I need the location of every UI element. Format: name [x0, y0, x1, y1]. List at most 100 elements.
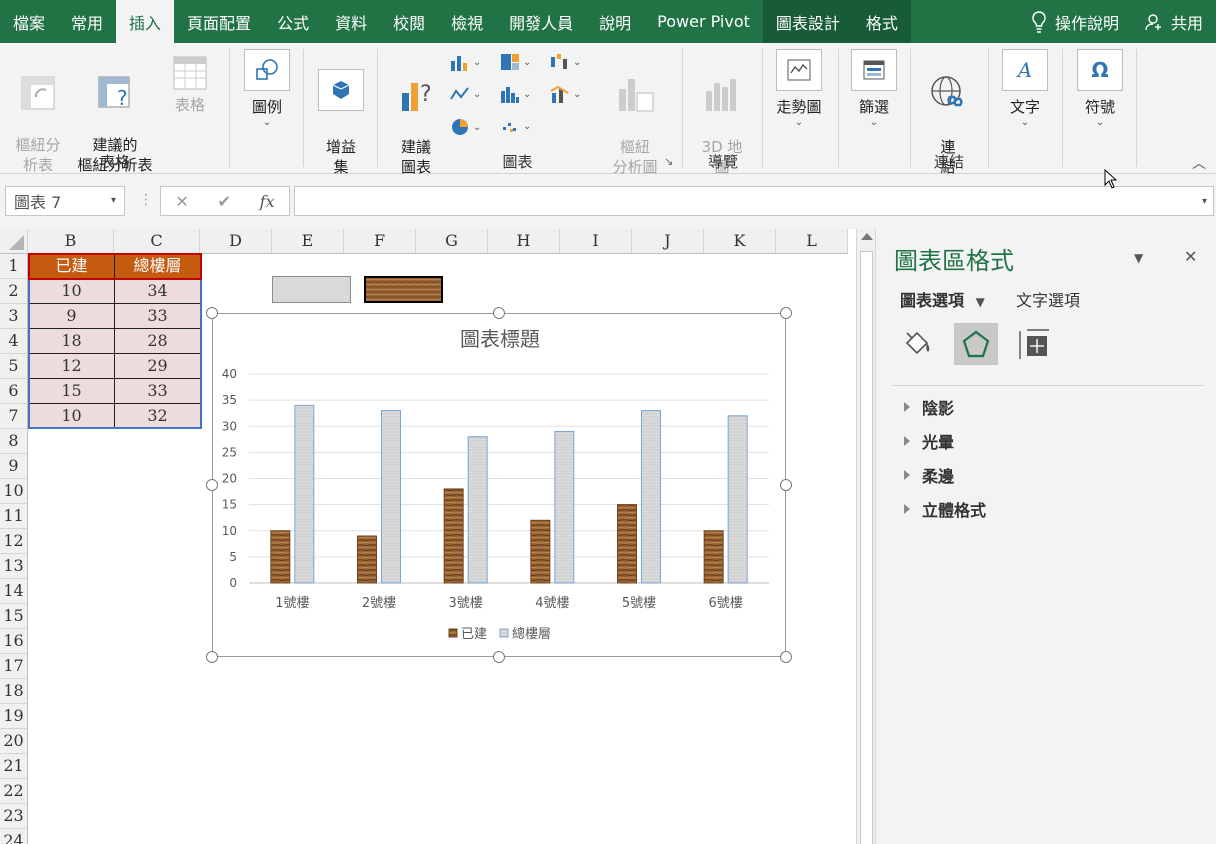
chart-title[interactable]: 圖表標題	[460, 327, 540, 351]
resize-handle-e[interactable]	[780, 479, 792, 491]
column-header[interactable]: K	[704, 229, 776, 254]
row-header[interactable]: 16	[0, 629, 28, 654]
row-header[interactable]: 12	[0, 529, 28, 554]
table-cell[interactable]: 32	[115, 404, 201, 429]
sparklines-button[interactable]: 走勢圖 ⌄	[770, 49, 828, 129]
tab-format[interactable]: 格式	[852, 0, 911, 43]
share-button[interactable]: 共用	[1132, 10, 1216, 34]
column-header[interactable]: L	[776, 229, 848, 254]
column-header[interactable]: I	[560, 229, 632, 254]
chart-options-tab[interactable]: 圖表選項 ▼	[900, 287, 985, 311]
tab-home[interactable]: 常用	[58, 0, 116, 43]
column-header[interactable]: H	[488, 229, 560, 254]
effects-tab[interactable]	[954, 323, 998, 365]
resize-handle-n[interactable]	[493, 307, 505, 319]
row-header[interactable]: 2	[0, 279, 28, 304]
row-header[interactable]: 1	[0, 254, 28, 279]
bar-built[interactable]	[530, 519, 551, 584]
row-header[interactable]: 5	[0, 354, 28, 379]
table-header-cell[interactable]: 已建	[29, 254, 115, 279]
text-options-tab[interactable]: 文字選項	[1016, 287, 1080, 311]
row-header[interactable]: 3	[0, 304, 28, 329]
chevron-down-icon[interactable]: ▾	[1202, 196, 1207, 208]
tell-me-box[interactable]: 操作說明	[1018, 10, 1132, 34]
resize-handle-ne[interactable]	[780, 307, 792, 319]
text-button[interactable]: A 文字 ⌄	[998, 49, 1052, 129]
name-box[interactable]: 圖表 7 ▾	[5, 186, 125, 216]
bar-total[interactable]	[727, 415, 748, 584]
tab-page-layout[interactable]: 頁面配置	[174, 0, 264, 43]
row-header[interactable]: 20	[0, 729, 28, 754]
table-cell[interactable]: 29	[115, 354, 201, 379]
pivot-chart-button[interactable]: 樞紐 分析圖	[600, 55, 670, 177]
pivot-table-button[interactable]: 樞紐分 析表	[10, 55, 66, 175]
dialog-launcher-icon[interactable]: ↘	[664, 155, 673, 168]
resize-handle-se[interactable]	[780, 651, 792, 663]
table-cell[interactable]: 28	[115, 329, 201, 354]
filters-button[interactable]: 篩選 ⌄	[848, 49, 900, 129]
row-header[interactable]: 15	[0, 604, 28, 629]
row-header[interactable]: 13	[0, 554, 28, 579]
fill-line-tab[interactable]	[896, 323, 940, 365]
resize-handle-s[interactable]	[493, 651, 505, 663]
column-header[interactable]: J	[632, 229, 704, 254]
tab-chart-design[interactable]: 圖表設計	[762, 0, 853, 43]
column-header[interactable]: F	[344, 229, 416, 254]
vertical-scrollbar[interactable]	[856, 229, 876, 844]
insert-function-icon[interactable]: fx	[260, 192, 275, 211]
scroll-up-icon[interactable]	[861, 233, 873, 240]
line-chart-dropdown[interactable]: ⌄	[450, 85, 481, 103]
row-header[interactable]: 21	[0, 754, 28, 779]
table-header-cell[interactable]: 總樓層	[115, 254, 201, 279]
section-shadow[interactable]: 陰影	[904, 395, 954, 419]
bar-built[interactable]	[270, 530, 291, 584]
bar-total[interactable]	[467, 436, 488, 584]
bar-total[interactable]	[554, 430, 575, 584]
bar-total[interactable]	[641, 410, 661, 584]
illustrations-button[interactable]: 圖例 ⌄	[240, 49, 294, 129]
table-cell[interactable]: 33	[115, 379, 201, 404]
bar-total[interactable]	[381, 410, 401, 584]
table-button[interactable]: 表格	[166, 55, 214, 115]
tab-view[interactable]: 檢視	[438, 0, 496, 43]
bar-built[interactable]	[443, 488, 464, 584]
column-header[interactable]: D	[200, 229, 272, 254]
scroll-thumb[interactable]	[860, 251, 873, 844]
chart-area[interactable]: 圖表標題 0 5 10 15 20 25 30 35 40 1號樓 2號樓 3號樓 4號樓 5號樓 6號樓…	[212, 313, 786, 657]
table-cell[interactable]: 10	[29, 279, 115, 304]
table-cell[interactable]: 33	[115, 304, 201, 329]
row-header[interactable]: 24	[0, 829, 28, 844]
wood-texture-swatch[interactable]	[364, 276, 443, 303]
formula-input[interactable]: ▾	[294, 186, 1214, 216]
resize-handle-nw[interactable]	[206, 307, 218, 319]
addins-button[interactable]: 增益 集	[314, 49, 368, 177]
resize-handle-w[interactable]	[206, 479, 218, 491]
table-cell[interactable]: 34	[115, 279, 201, 304]
tab-insert[interactable]: 插入	[116, 0, 175, 43]
row-header[interactable]: 19	[0, 704, 28, 729]
bar-built[interactable]	[617, 504, 637, 584]
tab-developer[interactable]: 開發人員	[496, 0, 586, 43]
row-header[interactable]: 4	[0, 329, 28, 354]
row-header[interactable]: 11	[0, 504, 28, 529]
legend-label[interactable]: 總樓層	[512, 626, 551, 642]
row-header[interactable]: 10	[0, 479, 28, 504]
table-cell[interactable]: 12	[29, 354, 115, 379]
waterfall-chart-dropdown[interactable]: ⌄	[550, 53, 581, 71]
section-glow[interactable]: 光暈	[904, 429, 954, 453]
bar-built[interactable]	[357, 535, 377, 584]
section-soft-edges[interactable]: 柔邊	[904, 463, 954, 487]
collapse-ribbon-icon[interactable]: ︿	[1192, 153, 1206, 173]
cancel-icon[interactable]: ✕	[175, 192, 188, 211]
row-header[interactable]: 23	[0, 804, 28, 829]
enter-icon[interactable]: ✔	[218, 192, 231, 211]
scatter-chart-dropdown[interactable]: ⌄	[500, 117, 531, 135]
bar-total[interactable]	[294, 404, 315, 584]
section-3d-format[interactable]: 立體格式	[904, 497, 986, 521]
row-header[interactable]: 17	[0, 654, 28, 679]
column-header[interactable]: B	[28, 229, 114, 254]
row-header[interactable]: 8	[0, 429, 28, 454]
combo-chart-dropdown[interactable]: ⌄	[550, 85, 581, 103]
row-header[interactable]: 22	[0, 779, 28, 804]
table-cell[interactable]: 18	[29, 329, 115, 354]
